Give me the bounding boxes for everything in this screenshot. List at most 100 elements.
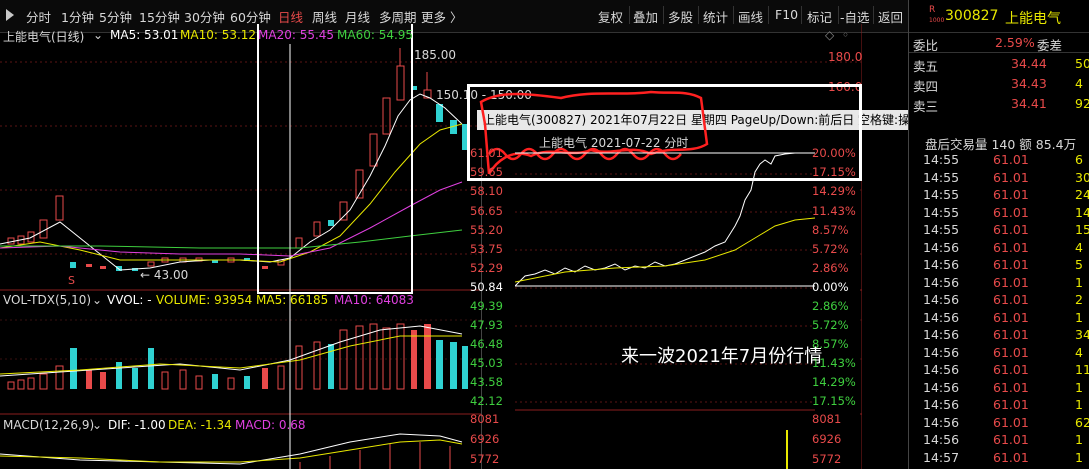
ma20-label: MA20: 55.45 bbox=[258, 28, 335, 42]
ask3-label: 卖三 bbox=[913, 99, 939, 114]
tool-f10[interactable]: F10 bbox=[775, 7, 798, 22]
ask4-price[interactable]: 34.43 bbox=[1011, 76, 1047, 91]
chevron-down-icon[interactable]: ⌄ bbox=[92, 293, 102, 307]
vol-level: 8081 bbox=[812, 412, 842, 426]
macd-label: MACD(12,26,9) bbox=[3, 418, 95, 432]
tick-row: 14:56 61.01 1 bbox=[909, 380, 1089, 397]
tick-time: 14:56 bbox=[923, 397, 960, 412]
ask5-vol: 50 bbox=[1075, 56, 1089, 71]
pct-level: 17.15% bbox=[812, 394, 856, 408]
intraday-popup[interactable]: 上能电气(300827) 2021年07月22日 星期四 PageUp/Down… bbox=[467, 84, 948, 469]
tick-price: 61.01 bbox=[993, 344, 1029, 360]
tick-price: 61.01 bbox=[993, 204, 1029, 220]
tick-price: 61.01 bbox=[993, 397, 1029, 412]
intraday-chart bbox=[515, 152, 815, 469]
tick-time: 14:55 bbox=[923, 222, 960, 237]
price-level: 53.75 bbox=[470, 242, 503, 256]
tick-time: 14:56 bbox=[923, 414, 960, 430]
tick-price: 61.01 bbox=[993, 449, 1029, 465]
ask3-price[interactable]: 34.41 bbox=[1011, 96, 1047, 111]
tick-price: 61.01 bbox=[993, 414, 1029, 430]
dif-label: DIF: -1.00 bbox=[108, 418, 166, 432]
macd-value-label: MACD: 0.68 bbox=[235, 418, 306, 432]
weibi-value: 2.59% bbox=[995, 35, 1035, 50]
price-level: 45.03 bbox=[470, 356, 503, 370]
tick-row: 14:56 61.01 1 bbox=[909, 432, 1089, 449]
tick-time: 14:55 bbox=[923, 169, 960, 185]
pct-level: 17.15% bbox=[812, 165, 856, 179]
tick-vol: 14 bbox=[1075, 204, 1089, 220]
pct-level: 2.86% bbox=[812, 299, 849, 313]
tick-vol: 1 bbox=[1075, 397, 1083, 412]
tick-vol: 1 bbox=[1075, 432, 1083, 447]
low-mark-value: 43.00 bbox=[153, 268, 189, 282]
tick-price: 61.01 bbox=[993, 362, 1029, 377]
tick-time: 14:55 bbox=[923, 204, 960, 220]
tick-vol: 24 bbox=[1075, 187, 1089, 202]
tick-vol: 4 bbox=[1075, 344, 1083, 360]
tick-vol: 6 bbox=[1075, 152, 1083, 167]
high-mark: 185.00 bbox=[414, 48, 456, 62]
tick-time: 14:56 bbox=[923, 292, 960, 307]
price-level: 49.39 bbox=[470, 299, 503, 313]
tick-price: 61.01 bbox=[993, 187, 1029, 202]
tick-vol: 1 bbox=[1075, 274, 1083, 290]
tick-time: 14:56 bbox=[923, 344, 960, 360]
price-level: 58.10 bbox=[470, 184, 503, 198]
tick-time: 14:56 bbox=[923, 327, 960, 342]
ma10-label: MA10: 53.12 bbox=[180, 28, 257, 42]
price-level: 55.20 bbox=[470, 223, 503, 237]
pct-level: 11.43% bbox=[812, 204, 856, 218]
price-level: 47.93 bbox=[470, 318, 503, 332]
ask5-price[interactable]: 34.44 bbox=[1011, 56, 1047, 71]
ma5-label: MA5: 53.01 bbox=[110, 28, 179, 42]
tick-vol: 2 bbox=[1075, 292, 1083, 307]
diamond-icon[interactable]: ◇ bbox=[825, 28, 834, 42]
tick-price: 61.01 bbox=[993, 152, 1029, 167]
scroll-icons[interactable]: ◦ bbox=[842, 28, 849, 42]
tick-row: 14:56 61.01 11 bbox=[909, 362, 1089, 379]
volume-label: VOLUME: 93954 bbox=[156, 293, 253, 307]
ask3-vol: 92 bbox=[1075, 96, 1089, 111]
tick-row: 14:56 61.01 62 bbox=[909, 415, 1089, 432]
chevron-down-icon[interactable]: ⌄ bbox=[92, 418, 102, 432]
ma60-label: MA60: 54.95 bbox=[337, 28, 414, 42]
triangle-icon[interactable] bbox=[6, 9, 14, 21]
tick-time: 14:56 bbox=[923, 274, 960, 290]
tick-row: 14:56 61.01 5 bbox=[909, 257, 1089, 274]
vol-level: 8081 bbox=[470, 412, 500, 426]
tick-time: 14:56 bbox=[923, 257, 960, 272]
vol-level: 6926 bbox=[812, 432, 842, 446]
vol-ma10-label: MA10: 64083 bbox=[334, 293, 414, 307]
tick-row: 14:56 61.01 4 bbox=[909, 240, 1089, 257]
tick-row: 14:56 61.01 2 bbox=[909, 292, 1089, 309]
ma20-line bbox=[0, 181, 463, 257]
tick-time: 14:55 bbox=[923, 187, 960, 202]
price-level: 61.01 bbox=[470, 146, 503, 160]
s-marker: S bbox=[68, 274, 75, 287]
ma10-line bbox=[0, 123, 463, 263]
chevron-down-icon[interactable]: ⌄ bbox=[93, 28, 103, 42]
tick-price: 61.01 bbox=[993, 169, 1029, 185]
quote-header: R 1000 300827 上能电气 bbox=[909, 0, 1089, 33]
ma60-line bbox=[0, 229, 463, 249]
ask4-label: 卖四 bbox=[913, 79, 939, 94]
tick-time: 14:56 bbox=[923, 362, 960, 377]
vvol-label: VVOL: - bbox=[107, 293, 152, 307]
pct-level: 14.29% bbox=[812, 375, 856, 389]
vol-label: VOL-TDX(5,10) bbox=[3, 293, 92, 307]
price-level: 56.65 bbox=[470, 204, 503, 218]
tool-back[interactable]: 返回 bbox=[878, 7, 903, 26]
price-level: 59.65 bbox=[470, 165, 503, 179]
pct-level: 8.57% bbox=[812, 223, 849, 237]
r-badge: R 1000 bbox=[929, 5, 945, 24]
tick-time: 14:56 bbox=[923, 432, 960, 447]
ask4-vol: 4 bbox=[1075, 76, 1083, 91]
price-level: 43.58 bbox=[470, 375, 503, 389]
tick-row: 14:55 61.01 15 bbox=[909, 222, 1089, 239]
ask5-label: 卖五 bbox=[913, 59, 939, 74]
tick-time: 14:56 bbox=[923, 239, 960, 255]
tick-vol: 5 bbox=[1075, 257, 1083, 272]
tick-price: 61.01 bbox=[993, 222, 1029, 237]
tick-time: 14:56 bbox=[923, 379, 960, 395]
